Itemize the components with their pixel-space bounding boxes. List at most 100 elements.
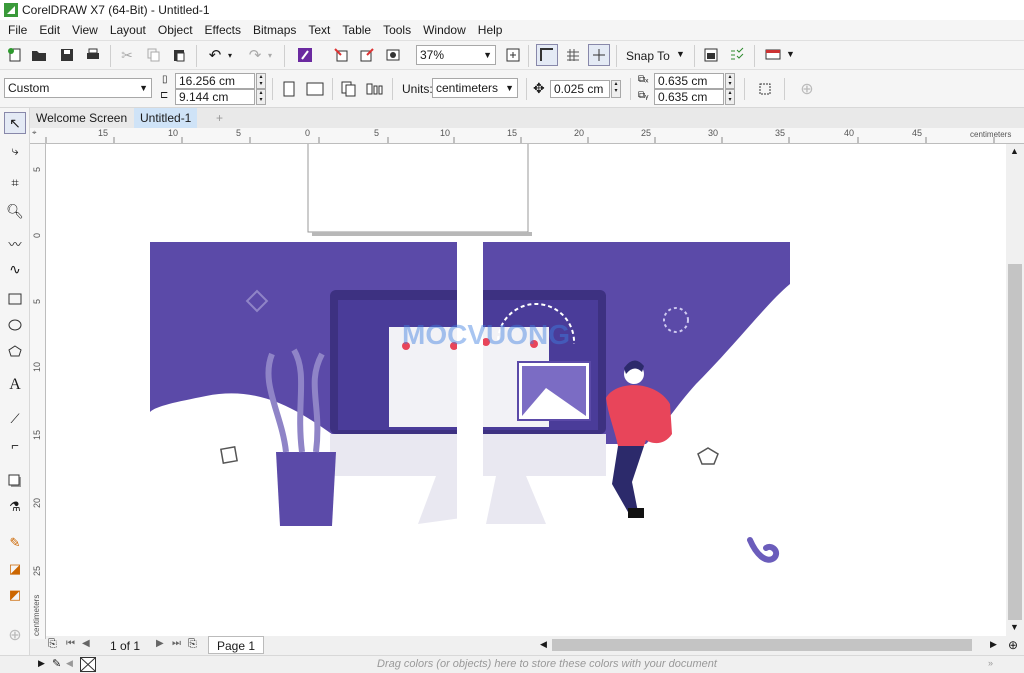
options-icon[interactable] <box>700 44 722 66</box>
page-tab[interactable]: Page 1 <box>208 636 265 654</box>
page-preset-combo[interactable]: Custom ▼ <box>4 78 152 98</box>
add-tool-icon[interactable]: ⊕ <box>4 624 26 646</box>
treat-as-filled-icon[interactable] <box>754 78 776 100</box>
snap-to-button[interactable]: Snap To <box>626 49 670 63</box>
export-icon[interactable] <box>356 44 378 66</box>
first-page-icon[interactable]: ⏮ <box>66 638 75 649</box>
add-page-before-icon[interactable]: ⎘ <box>48 638 57 651</box>
cut-icon[interactable]: ✂ <box>116 44 138 66</box>
menu-edit[interactable]: Edit <box>35 23 68 37</box>
pick-tool-icon[interactable]: ↖ <box>4 112 26 134</box>
tab-untitled-1[interactable]: Untitled-1 <box>134 108 198 128</box>
full-screen-preview-icon[interactable] <box>502 44 524 66</box>
all-pages-icon[interactable] <box>338 78 360 100</box>
publish-pdf-icon[interactable] <box>382 44 404 66</box>
add-icon[interactable]: ⊕ <box>796 78 818 100</box>
vertical-scrollbar[interactable]: ▲ ▼ <box>1006 144 1024 636</box>
smart-fill-tool-icon[interactable]: ◩ <box>4 584 26 606</box>
polygon-tool-icon[interactable] <box>4 340 26 362</box>
menu-file[interactable]: File <box>4 23 35 37</box>
parallel-dimension-tool-icon[interactable]: ⟋ <box>4 408 26 430</box>
current-page-icon[interactable] <box>364 78 386 100</box>
zoom-level-combo[interactable]: 37% ▼ <box>416 45 496 65</box>
transparency-tool-icon[interactable]: ⚗ <box>4 496 26 518</box>
duplicate-x-spinner[interactable]: ▴ ▾ <box>725 73 735 89</box>
page-height-field[interactable]: 9.144 cm <box>175 89 255 105</box>
vertical-ruler[interactable]: 5 0 5 10 15 20 25 centimeters <box>30 144 46 639</box>
import-icon[interactable] <box>330 44 352 66</box>
application-launcher-icon[interactable] <box>726 44 748 66</box>
zoom-tool-icon[interactable]: 🔍︎ <box>4 200 26 222</box>
print-icon[interactable] <box>82 44 104 66</box>
page-height-spinner[interactable]: ▴ ▾ <box>256 89 266 105</box>
scroll-down-icon[interactable]: ▼ <box>1010 622 1019 632</box>
open-folder-icon[interactable] <box>28 44 50 66</box>
duplicate-y-field[interactable]: 0.635 cm <box>654 89 724 105</box>
artistic-media-tool-icon[interactable]: ∿ <box>4 258 26 280</box>
freehand-tool-icon[interactable]: 〰 <box>4 232 26 254</box>
interactive-fill-tool-icon[interactable]: ◪ <box>4 558 26 580</box>
menu-layout[interactable]: Layout <box>106 23 154 37</box>
crop-tool-icon[interactable]: ⌗ <box>4 172 26 194</box>
page-width-field[interactable]: 16.256 cm <box>175 73 255 89</box>
eyedropper-icon[interactable]: ✎ <box>52 657 61 670</box>
shape-tool-icon[interactable]: ⤷ <box>4 140 26 162</box>
scroll-left-icon[interactable]: ◀ <box>540 639 547 650</box>
undo-icon[interactable]: ↶ <box>204 44 226 66</box>
duplicate-x-field[interactable]: 0.635 cm <box>654 73 724 89</box>
drop-shadow-tool-icon[interactable] <box>4 470 26 492</box>
previous-page-icon[interactable]: ◀ <box>82 638 90 649</box>
welcome-dropdown-icon[interactable]: ▼ <box>786 49 795 59</box>
vertical-scroll-thumb[interactable] <box>1008 264 1022 620</box>
scroll-up-icon[interactable]: ▲ <box>1010 146 1019 156</box>
menu-text[interactable]: Text <box>304 23 338 37</box>
page-width-spinner[interactable]: ▴ ▾ <box>256 73 266 89</box>
tab-welcome-screen[interactable]: Welcome Screen <box>30 108 134 128</box>
menu-window[interactable]: Window <box>419 23 474 37</box>
show-guidelines-icon[interactable] <box>588 44 610 66</box>
show-rulers-icon[interactable] <box>536 44 558 66</box>
units-combo[interactable]: centimeters ▼ <box>432 78 518 98</box>
landscape-icon[interactable] <box>304 78 326 100</box>
menu-object[interactable]: Object <box>154 23 201 37</box>
horizontal-scroll-thumb[interactable] <box>552 639 972 651</box>
redo-icon[interactable]: ↷ <box>244 44 266 66</box>
horizontal-ruler[interactable]: ⌖ 15 10 5 0 5 10 15 20 25 30 35 40 45 ce… <box>30 128 1024 144</box>
last-page-icon[interactable]: ⏭ <box>172 638 181 649</box>
copy-icon[interactable] <box>142 44 164 66</box>
corel-connect-icon[interactable] <box>294 44 316 66</box>
next-page-icon[interactable]: ▶ <box>156 638 164 649</box>
menu-table[interactable]: Table <box>338 23 379 37</box>
add-tab-icon[interactable]: + <box>210 108 228 128</box>
palette-menu-icon[interactable]: ▶ <box>38 658 45 669</box>
horizontal-scrollbar[interactable]: ◀ ▶ <box>538 636 1006 654</box>
snap-to-dropdown-icon[interactable]: ▼ <box>676 49 685 59</box>
duplicate-y-spinner[interactable]: ▴ ▾ <box>725 89 735 105</box>
no-color-swatch-icon[interactable] <box>80 657 96 672</box>
menu-bitmaps[interactable]: Bitmaps <box>249 23 304 37</box>
ellipse-tool-icon[interactable] <box>4 314 26 336</box>
save-icon[interactable] <box>56 44 78 66</box>
menu-effects[interactable]: Effects <box>201 23 249 37</box>
redo-dropdown-icon[interactable]: ▾ <box>264 44 276 66</box>
menu-help[interactable]: Help <box>474 23 511 37</box>
eyedropper-tool-icon[interactable]: ✎ <box>4 532 26 554</box>
undo-dropdown-icon[interactable]: ▾ <box>224 44 236 66</box>
rectangle-tool-icon[interactable] <box>4 288 26 310</box>
connector-tool-icon[interactable]: ⌐ <box>4 434 26 456</box>
scroll-right-icon[interactable]: ▶ <box>990 639 997 650</box>
palette-scroll-left-icon[interactable]: ◀ <box>66 658 73 669</box>
portrait-icon[interactable] <box>278 78 300 100</box>
nudge-distance-field[interactable]: 0.025 cm <box>550 80 610 98</box>
zoom-navigator-icon[interactable]: ⊕ <box>1008 638 1018 652</box>
show-grid-icon[interactable] <box>562 44 584 66</box>
add-page-after-icon[interactable]: ⎘ <box>188 638 197 651</box>
menu-view[interactable]: View <box>68 23 106 37</box>
palette-expand-icon[interactable]: » <box>988 658 993 668</box>
drawing-canvas[interactable]: MOCVUONG <box>46 144 1006 636</box>
nudge-distance-spinner[interactable]: ▴ ▾ <box>611 80 621 98</box>
new-document-icon[interactable] <box>4 44 26 66</box>
text-tool-icon[interactable]: A <box>4 374 26 396</box>
menu-tools[interactable]: Tools <box>379 23 419 37</box>
paste-icon[interactable] <box>168 44 190 66</box>
